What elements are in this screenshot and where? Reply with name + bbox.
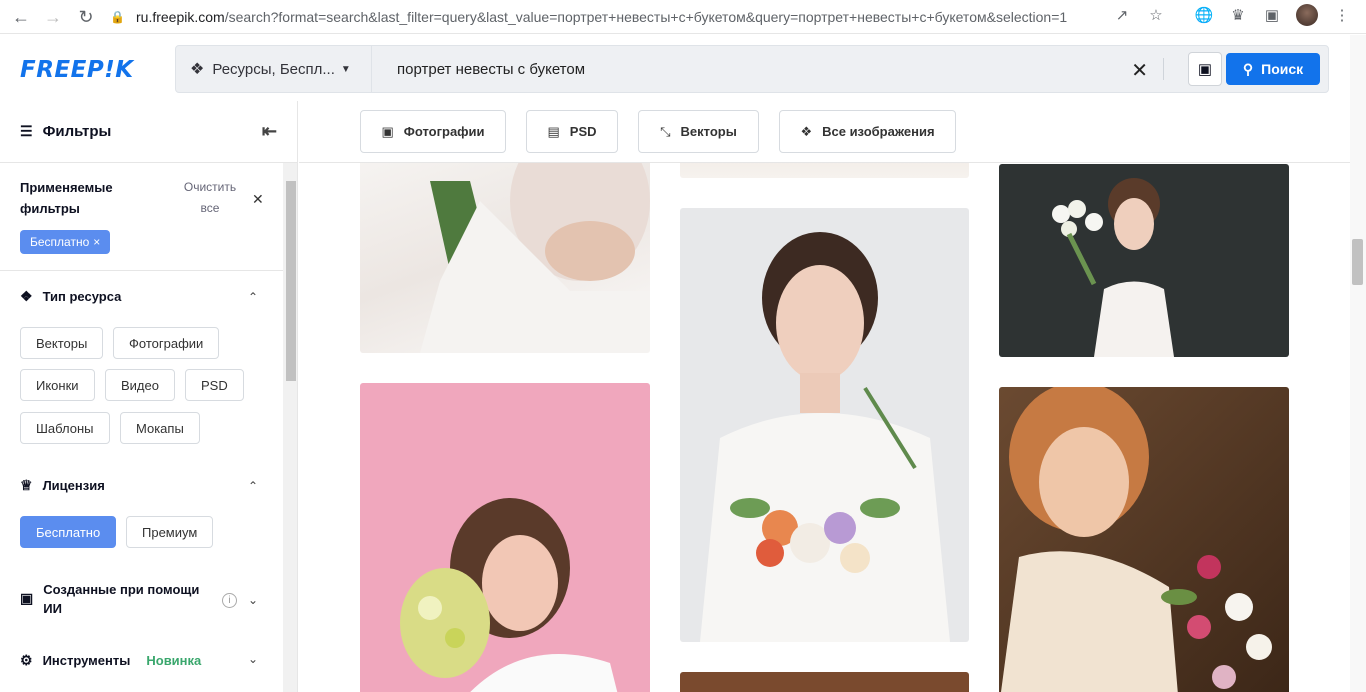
reload-icon[interactable]: ↻ <box>73 4 99 30</box>
results-area: ▣ Фотографии ▤ PSD ⤡ Векторы ❖ Все изобр… <box>299 101 1350 692</box>
crown-icon: ♕ <box>20 477 33 493</box>
profile-avatar[interactable] <box>1296 4 1318 26</box>
clear-all-button[interactable]: Очистить все <box>180 177 240 219</box>
filter-option-icons[interactable]: Иконки <box>20 369 95 401</box>
psd-icon: ▤ <box>547 123 560 139</box>
page-scroll-thumb[interactable] <box>1352 239 1363 285</box>
search-icon: ⚲ <box>1242 60 1254 77</box>
page-scrollbar[interactable] <box>1350 35 1366 692</box>
ai-section-title: Созданные при помощи ИИ <box>43 582 200 616</box>
filter-option-psd[interactable]: PSD <box>185 369 244 401</box>
menu-icon[interactable]: ⋮ <box>1332 5 1352 25</box>
search-button-label: Поиск <box>1261 61 1304 77</box>
resource-select-label: Ресурсы, Беспл... <box>212 60 335 78</box>
address-bar[interactable]: 🔒 ru.freepik.com/search?format=search&la… <box>110 3 1200 31</box>
result-photo-bride-dark-tulips[interactable] <box>999 164 1289 357</box>
tab-label: PSD <box>569 124 597 139</box>
search-input[interactable]: портрет невесты с букетом <box>397 61 585 78</box>
resource-type-title: Тип ресурса <box>42 289 122 304</box>
tools-header[interactable]: ⚙ Инструменты Новинка <box>20 652 201 669</box>
resources-icon: ❖ <box>800 123 813 139</box>
filters-header: ☰ Фильтры ⇤ <box>0 101 297 163</box>
divider <box>0 270 283 271</box>
license-header[interactable]: ♕ Лицензия <box>20 477 105 494</box>
tab-label: Фотографии <box>403 124 485 139</box>
browser-toolbar: ← → ↻ 🔒 ru.freepik.com/search?format=sea… <box>0 0 1366 34</box>
license-title: Лицензия <box>42 478 105 493</box>
type-tabs: ▣ Фотографии ▤ PSD ⤡ Векторы ❖ Все изобр… <box>299 101 1350 163</box>
result-photo-bride-white-dress[interactable] <box>360 141 650 353</box>
filter-option-templates[interactable]: Шаблоны <box>20 412 110 444</box>
tab-label: Векторы <box>680 124 737 139</box>
filter-option-mockups[interactable]: Мокапы <box>120 412 200 444</box>
sidebar-scrollbar[interactable] <box>283 163 297 692</box>
result-photo-bride-lace-bouquet[interactable] <box>680 208 969 642</box>
back-icon[interactable]: ← <box>8 4 34 30</box>
url-path: /search?format=search&last_filter=query&… <box>224 9 1068 25</box>
chevron-down-icon[interactable]: ⌄ <box>248 593 258 607</box>
filter-option-vectors[interactable]: Векторы <box>20 327 104 359</box>
chevron-up-icon[interactable]: ⌃ <box>248 290 258 304</box>
tab-photos[interactable]: ▣ Фотографии <box>360 110 506 153</box>
sidebar-scroll-thumb[interactable] <box>286 181 296 381</box>
license-option-premium[interactable]: Премиум <box>126 516 214 548</box>
caret-down-icon: ▼ <box>340 63 351 75</box>
result-photo-bride-pink-background[interactable] <box>360 383 650 692</box>
photo-image <box>700 232 950 642</box>
share-icon[interactable]: ↗ <box>1112 5 1132 25</box>
extensions-icon[interactable]: ♛ <box>1228 5 1248 25</box>
applied-filter-chip[interactable]: Бесплатно × <box>20 230 111 254</box>
filters-icon: ☰ <box>20 123 33 139</box>
result-photo-bride-flowers-warm[interactable] <box>999 387 1289 692</box>
resource-type-icon: ❖ <box>20 288 33 304</box>
resource-type-header[interactable]: ❖ Тип ресурса <box>20 288 121 305</box>
clear-search-icon[interactable]: ✕ <box>1131 58 1148 83</box>
lock-icon: 🔒 <box>110 10 125 24</box>
filter-option-photos[interactable]: Фотографии <box>113 327 220 359</box>
result-photo-partial[interactable] <box>680 672 969 692</box>
tab-all-images[interactable]: ❖ Все изображения <box>779 110 956 153</box>
sidepanel-icon[interactable]: ▣ <box>1262 5 1282 25</box>
info-icon[interactable]: i <box>222 593 237 608</box>
site-header: FREEP!K ❖ Ресурсы, Беспл... ▼ портрет не… <box>0 35 1350 101</box>
close-icon[interactable]: ✕ <box>252 191 264 208</box>
tab-vectors[interactable]: ⤡ Векторы <box>638 110 759 153</box>
chevron-down-icon[interactable]: ⌄ <box>248 652 258 666</box>
filters-title: Фильтры <box>42 123 112 140</box>
chevron-up-icon[interactable]: ⌃ <box>248 479 258 493</box>
new-badge: Новинка <box>146 653 202 668</box>
divider <box>1163 58 1164 80</box>
photo-image <box>420 141 650 353</box>
tools-title: Инструменты <box>42 653 131 668</box>
resource-type-select[interactable]: ❖ Ресурсы, Беспл... ▼ <box>176 46 372 92</box>
forward-icon[interactable]: → <box>40 4 66 30</box>
tools-icon: ⚙ <box>20 652 33 668</box>
search-button[interactable]: ⚲ Поиск <box>1226 53 1320 85</box>
applied-filters-label: Применяемые фильтры <box>20 180 113 216</box>
remove-chip-icon[interactable]: × <box>93 235 100 249</box>
chip-label: Бесплатно <box>30 235 90 249</box>
image-icon: ▣ <box>381 123 394 139</box>
resources-icon: ❖ <box>190 61 205 78</box>
bookmark-star-icon[interactable]: ☆ <box>1146 5 1166 25</box>
ai-generated-header[interactable]: ▣ Созданные при помощи ИИ <box>20 580 210 618</box>
photo-image <box>400 498 618 692</box>
photo-image <box>1001 387 1272 692</box>
image-search-button[interactable]: ▣ <box>1188 52 1222 86</box>
photo-image <box>1052 178 1174 357</box>
filter-option-video[interactable]: Видео <box>105 369 175 401</box>
license-option-free[interactable]: Бесплатно <box>20 516 117 548</box>
vector-icon: ⤡ <box>660 123 671 139</box>
search-bar: ❖ Ресурсы, Беспл... ▼ портрет невесты с … <box>175 45 1329 93</box>
url-host: ru.freepik.com <box>136 9 225 25</box>
tab-psd[interactable]: ▤ PSD <box>526 110 618 153</box>
globe-icon[interactable]: 🌐 <box>1194 5 1214 25</box>
freepik-logo[interactable]: FREEP!K <box>20 57 134 83</box>
tab-label: Все изображения <box>822 124 935 139</box>
collapse-sidebar-icon[interactable]: ⇤ <box>262 121 277 142</box>
ai-icon: ▣ <box>20 590 34 606</box>
filters-sidebar: ☰ Фильтры ⇤ Применяемые фильтры Очистить… <box>0 101 298 692</box>
